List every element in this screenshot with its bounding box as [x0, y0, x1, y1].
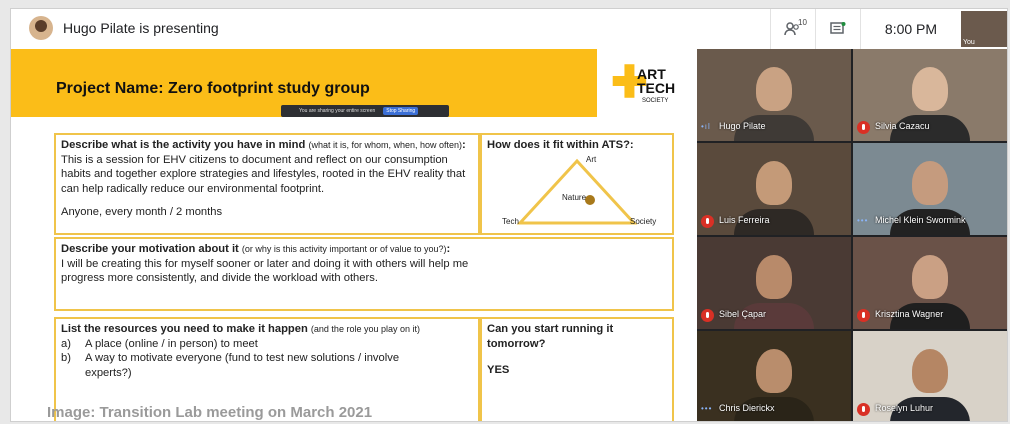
presenting-label: Hugo Pilate is presenting — [63, 20, 219, 36]
image-caption: Image: Transition Lab meeting on March 2… — [47, 404, 373, 421]
participant-name: Silvia Cazacu — [875, 121, 930, 131]
participant-name: Krisztina Wagner — [875, 309, 944, 319]
motivation-heading: Describe your motivation about it (or wh… — [61, 243, 451, 255]
participant-tile[interactable]: Silvia Cazacu — [853, 49, 1007, 141]
start-heading: Can you start running it tomorrow? — [487, 323, 614, 350]
logo-text: ART TECH — [637, 66, 676, 96]
chat-icon — [830, 22, 846, 34]
sharing-message: You are sharing your entire screen — [299, 108, 376, 114]
participant-count: 10 — [798, 18, 807, 27]
chat-button[interactable] — [815, 9, 860, 49]
meeting-window: Hugo Pilate is presenting 10 8:00 PM You… — [10, 8, 1008, 422]
ats-art-label: Art — [586, 155, 597, 164]
resources-item-a: a) A place (online / in person) to meet — [61, 337, 258, 350]
ats-nature-label: Nature — [562, 193, 587, 202]
art-tech-society-logo: ✚ ART TECH SOCIETY — [597, 49, 697, 117]
muted-mic-icon — [857, 309, 870, 322]
speaking-indicator-icon: •ıl — [701, 122, 711, 131]
shared-screen-slide: Project Name: Zero footprint study group… — [11, 49, 697, 421]
slide-header: Project Name: Zero footprint study group… — [11, 49, 697, 117]
self-view-tile[interactable]: You — [961, 11, 1007, 47]
resources-item-b: b) A way to motivate everyone (fund to t… — [61, 352, 400, 379]
muted-mic-icon — [857, 403, 870, 416]
people-button[interactable]: 10 — [770, 9, 815, 49]
motivation-body: I will be creating this for myself soone… — [61, 257, 469, 285]
participant-tile[interactable]: Roselyn Luhur — [853, 331, 1007, 421]
participant-name: Roselyn Luhur — [875, 403, 934, 413]
activity-heading: Describe what is the activity you have i… — [61, 139, 466, 151]
activity-box: Describe what is the activity you have i… — [54, 133, 480, 235]
speaking-indicator-icon: ••• — [857, 216, 869, 225]
participant-name: Luis Ferreira — [719, 215, 770, 225]
top-bar: Hugo Pilate is presenting 10 8:00 PM You — [11, 9, 1007, 50]
logo-subtext: SOCIETY — [642, 98, 669, 104]
start-answer: YES — [487, 364, 510, 376]
participant-tile[interactable]: Luis Ferreira — [697, 143, 851, 235]
muted-mic-icon — [857, 121, 870, 134]
self-label: You — [963, 39, 975, 46]
participant-name: Chris Dierickx — [719, 403, 775, 413]
participant-tile[interactable]: Krisztina Wagner — [853, 237, 1007, 329]
motivation-box: Describe your motivation about it (or wh… — [54, 237, 674, 311]
muted-mic-icon — [701, 309, 714, 322]
project-name-title: Project Name: Zero footprint study group — [56, 80, 370, 97]
activity-body: This is a session for EHV citizens to do… — [61, 153, 466, 195]
participant-tile[interactable]: ••• Chris Dierickx — [697, 331, 851, 421]
participant-name: Sibel Çapar — [719, 309, 767, 319]
participant-tile[interactable]: •ıl Hugo Pilate — [697, 49, 851, 141]
presenter-avatar — [29, 16, 53, 40]
stop-sharing-button[interactable]: Stop Sharing — [383, 107, 419, 115]
participants-grid: •ıl Hugo Pilate Silvia Cazacu Luis Ferre… — [697, 49, 1007, 421]
participant-name: Hugo Pilate — [719, 121, 766, 131]
top-bar-controls: 10 8:00 PM You — [770, 9, 1007, 49]
clock: 8:00 PM — [860, 9, 961, 49]
participant-tile[interactable]: Sibel Çapar — [697, 237, 851, 329]
screen-sharing-bar: You are sharing your entire screen Stop … — [281, 105, 449, 117]
ats-box: How does it fit within ATS?: Art Nature … — [480, 133, 674, 235]
ats-society-label: Society — [630, 217, 657, 226]
participant-tile[interactable]: ••• Michel Klein Swormink — [853, 143, 1007, 235]
participant-name: Michel Klein Swormink — [875, 215, 966, 225]
activity-frequency: Anyone, every month / 2 months — [61, 206, 223, 218]
speaking-indicator-icon: ••• — [701, 404, 713, 413]
participant-video — [756, 67, 792, 111]
ats-tech-label: Tech — [502, 217, 519, 226]
resources-heading: List the resources you need to make it h… — [61, 323, 420, 335]
muted-mic-icon — [701, 215, 714, 228]
start-box: Can you start running it tomorrow? YES — [480, 317, 674, 421]
